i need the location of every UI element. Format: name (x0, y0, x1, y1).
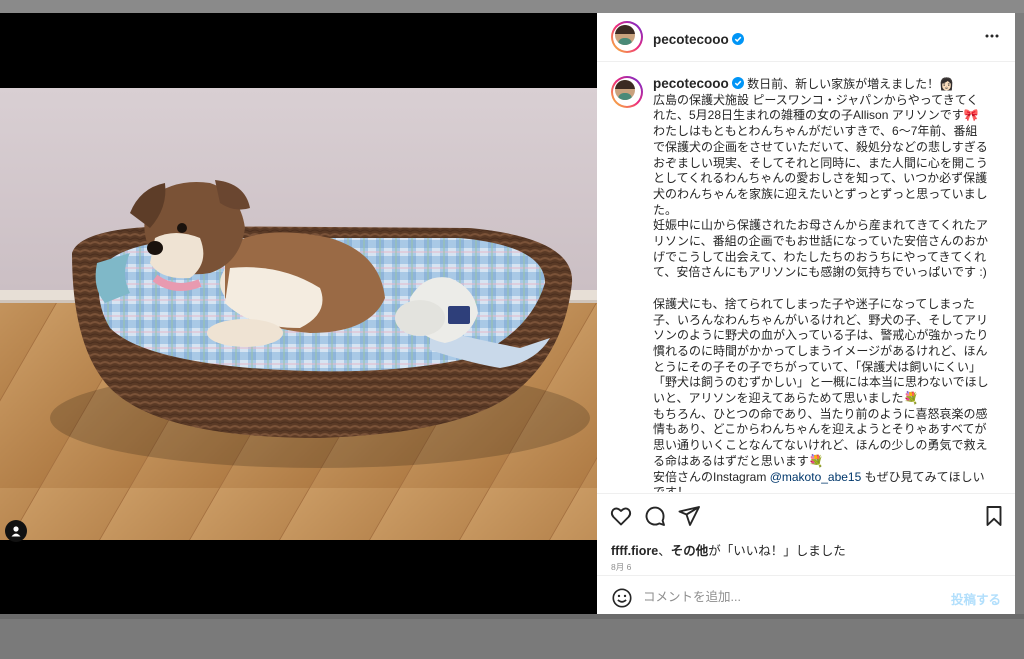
liker-username[interactable]: ffff.fiore (611, 544, 658, 558)
bookmark-icon[interactable] (982, 504, 1006, 528)
user-tag-button[interactable] (5, 520, 27, 542)
smiley-icon[interactable] (611, 587, 633, 609)
browser-top-strip (0, 0, 1024, 13)
post-media[interactable] (0, 13, 597, 616)
caption-author-avatar[interactable] (611, 76, 643, 108)
likes-text: が「いいね！」しました (708, 544, 846, 558)
user-tag-icon (11, 526, 21, 537)
post-actions: ffff.fiore、その他が「いいね！」しました 8月 6 投稿する (597, 493, 1015, 659)
caption-text: pecotecooo 数日前、新しい家族が増えました！👩🏻 広島の保護犬施設 ピ… (653, 76, 989, 492)
paper-plane-icon[interactable] (677, 504, 701, 528)
more-options-icon[interactable] (983, 29, 1001, 43)
author-username[interactable]: pecotecooo (653, 32, 729, 47)
comment-bubble-icon[interactable] (643, 504, 667, 528)
comment-input[interactable] (643, 586, 943, 608)
caption-paragraph-2: 保護犬にも、捨てられてしまった子や迷子になってしまった子、いろんなわんちゃんがい… (653, 296, 989, 484)
heart-icon[interactable] (609, 504, 633, 528)
likes-summary: ffff.fiore、その他が「いいね！」しました (611, 544, 846, 558)
verified-badge-icon (731, 33, 744, 45)
caption-paragraph-1: 数日前、新しい家族が増えました！👩🏻 広島の保護犬施設 ピースワンコ・ジャパンか… (653, 77, 989, 280)
author-avatar[interactable] (611, 21, 643, 53)
mention-link[interactable]: @makoto_abe15 (770, 470, 862, 484)
caption-username[interactable]: pecotecooo (653, 76, 729, 91)
page-background-edge (1015, 13, 1024, 616)
page-background-bottom (0, 614, 1024, 619)
post-photo-dog-in-basket (0, 88, 597, 540)
caption-scroll-area[interactable]: pecotecooo 数日前、新しい家族が増えました！👩🏻 広島の保護犬施設 ピ… (597, 62, 1015, 492)
comment-composer: 投稿する (597, 575, 1015, 619)
post-header: pecotecooo (597, 13, 1015, 62)
post-comment-button[interactable]: 投稿する (951, 589, 1001, 608)
verified-badge-icon (731, 77, 744, 89)
likes-others-link[interactable]: その他 (671, 544, 709, 558)
post-detail-panel: pecotecooo pecotecooo 数日前、新しい家族が増えました！👩🏻… (597, 13, 1015, 616)
post-date[interactable]: 8月 6 (611, 561, 631, 573)
